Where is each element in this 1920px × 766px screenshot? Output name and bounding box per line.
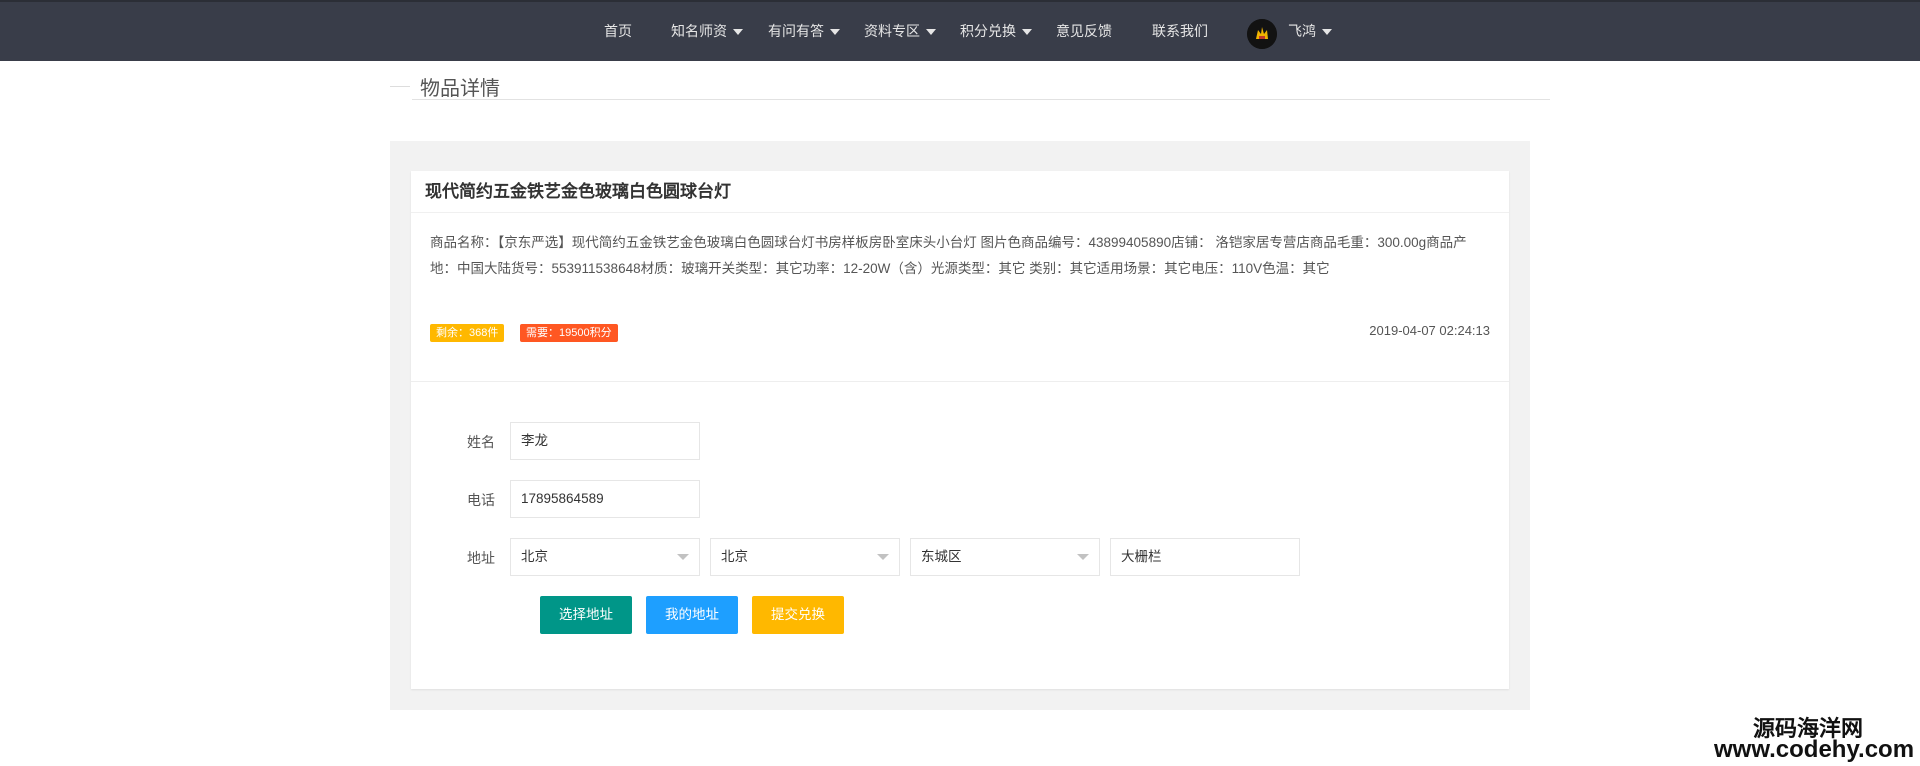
chevron-down-icon	[877, 554, 889, 560]
street-field-value: 大栅栏	[1121, 549, 1162, 564]
submit-exchange-button[interactable]: 提交兑换	[752, 596, 844, 634]
city-select-value: 北京	[721, 549, 748, 564]
nav-item-resources[interactable]: 资料专区	[864, 2, 936, 61]
card-divider	[411, 381, 1509, 382]
nav-item-label: 知名师资	[671, 23, 727, 39]
nav-item-contact[interactable]: 联系我们	[1152, 2, 1208, 61]
chevron-down-icon	[1022, 29, 1032, 36]
section-divider-left	[390, 86, 410, 87]
nav-item-home[interactable]: 首页	[604, 2, 632, 61]
product-description: 商品名称：【京东严选】现代简约五金铁艺金色玻璃白色圆球台灯书房样板房卧室床头小台…	[430, 235, 1467, 276]
stock-badge: 剩余：368件	[430, 324, 505, 342]
phone-field-value: 17895864589	[521, 491, 604, 506]
nav-item-feedback[interactable]: 意见反馈	[1056, 2, 1112, 61]
name-label: 姓名	[467, 434, 495, 450]
nav-item-label: 资料专区	[864, 23, 920, 39]
chevron-down-icon	[677, 554, 689, 560]
nav-item-label: 联系我们	[1152, 23, 1208, 39]
nav-item-teachers[interactable]: 知名师资	[671, 2, 743, 61]
my-address-button[interactable]: 我的地址	[646, 596, 738, 634]
address-label: 地址	[467, 550, 495, 566]
province-select-value: 北京	[521, 549, 548, 564]
nav-item-label: 积分兑换	[960, 23, 1016, 39]
nav-item-label: 意见反馈	[1056, 23, 1112, 39]
top-nav: 首页 知名师资 有问有答 资料专区 积分兑换 意见反馈 联系我们 飞鸿	[0, 0, 1920, 61]
user-name: 飞鸿	[1288, 23, 1316, 39]
chevron-down-icon	[1077, 554, 1089, 560]
nav-item-label: 首页	[604, 23, 632, 39]
page-title: 物品详情	[420, 78, 500, 100]
points-badge: 需要：19500积分	[520, 324, 618, 342]
province-select[interactable]: 北京	[510, 538, 700, 576]
user-menu[interactable]: 飞鸿	[1288, 2, 1332, 61]
publish-date: 2019-04-07 02:24:13	[1369, 323, 1490, 338]
chevron-down-icon	[733, 29, 743, 36]
name-field-value: 李龙	[521, 433, 548, 448]
watermark-url: www.codehy.com	[1714, 736, 1915, 763]
choose-address-button[interactable]: 选择地址	[540, 596, 632, 634]
district-select[interactable]: 东城区	[910, 538, 1100, 576]
nav-item-qa[interactable]: 有问有答	[768, 2, 840, 61]
product-title: 现代简约五金铁艺金色玻璃白色圆球台灯	[411, 171, 1509, 213]
user-avatar-icon[interactable]	[1247, 19, 1277, 49]
district-select-value: 东城区	[921, 549, 962, 564]
section-divider	[412, 99, 1550, 100]
chevron-down-icon	[1322, 29, 1332, 36]
nav-item-points-exchange[interactable]: 积分兑换	[960, 2, 1032, 61]
chevron-down-icon	[830, 29, 840, 36]
name-field[interactable]: 李龙	[510, 422, 700, 460]
product-card: 现代简约五金铁艺金色玻璃白色圆球台灯 商品名称：【京东严选】现代简约五金铁艺金色…	[411, 171, 1509, 689]
phone-field[interactable]: 17895864589	[510, 480, 700, 518]
phone-label: 电话	[467, 492, 495, 508]
chevron-down-icon	[926, 29, 936, 36]
nav-item-label: 有问有答	[768, 23, 824, 39]
city-select[interactable]: 北京	[710, 538, 900, 576]
street-field[interactable]: 大栅栏	[1110, 538, 1300, 576]
